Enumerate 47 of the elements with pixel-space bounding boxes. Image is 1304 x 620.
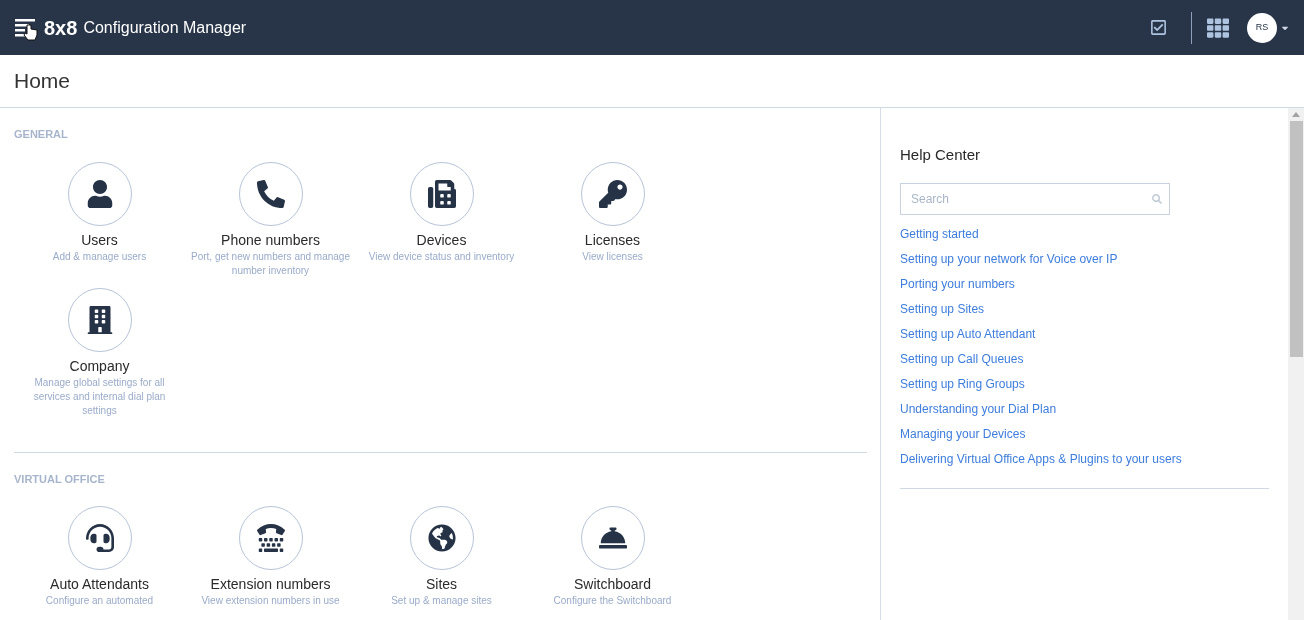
tile-title: Extension numbers <box>210 575 331 593</box>
help-link[interactable]: Setting up Sites <box>900 301 1269 327</box>
help-link[interactable]: Setting up Ring Groups <box>900 376 1269 402</box>
key-icon <box>598 179 627 208</box>
tile-description: View licenses <box>581 249 644 264</box>
help-link[interactable]: Understanding your Dial Plan <box>900 401 1269 427</box>
phone-icon <box>256 179 285 208</box>
tile-title: Users <box>81 230 118 249</box>
tile-description: View extension numbers in use <box>200 594 341 608</box>
section-heading: VIRTUAL OFFICE <box>14 471 106 487</box>
brand-logo: 8x8 <box>44 15 78 41</box>
tile-description: Port, get new numbers and manage number inventory <box>190 249 351 278</box>
help-link[interactable]: Porting your numbers <box>900 276 1269 302</box>
tile-title: Sites <box>425 575 458 593</box>
tile-title: Phone numbers <box>221 230 320 249</box>
help-center-title: Help Center <box>900 145 982 165</box>
section-heading: GENERAL <box>14 127 69 142</box>
user-icon <box>85 179 114 208</box>
tile-title: Auto Attendants <box>50 575 149 593</box>
tile-description: Manage global settings for all services and internal dial plan settings <box>32 375 167 418</box>
tile-description: Configure the Switchboard <box>552 594 673 608</box>
globe-icon <box>427 524 456 552</box>
help-link[interactable]: Setting up Auto Attendant <box>900 326 1269 352</box>
help-link[interactable]: Delivering Virtual Office Apps & Plugins to your users <box>900 451 1269 477</box>
help-link[interactable]: Setting up your network for Voice over IP <box>900 251 1269 277</box>
headset-icon <box>85 524 114 552</box>
building-icon <box>85 305 114 334</box>
tile-description: View device status and inventory <box>367 249 516 264</box>
tile-title: Licenses <box>584 230 641 249</box>
tile-description: Set up & manage sites <box>390 594 493 608</box>
tile-description: Add & manage users <box>51 249 148 264</box>
telephone-icon <box>256 524 285 552</box>
help-link[interactable]: Getting started <box>900 226 1269 252</box>
tasks-button[interactable] <box>1150 19 1167 36</box>
help-link[interactable]: Setting up Call Queues <box>900 351 1269 377</box>
tile-title: Switchboard <box>573 575 651 593</box>
tile-title: Company <box>69 356 130 375</box>
scrollbar[interactable] <box>1288 108 1304 620</box>
page-title: Home <box>14 68 71 95</box>
app-title: Configuration Manager <box>83 17 247 38</box>
tile-description: Configure an automated <box>44 594 155 608</box>
tile-title: Devices <box>416 230 467 249</box>
search-icon <box>1152 193 1162 204</box>
app-grid-button[interactable] <box>1207 16 1229 39</box>
search-field[interactable]: Search <box>900 182 1170 215</box>
desk-phone-icon <box>427 179 456 208</box>
help-link[interactable]: Managing your Devices <box>900 426 1269 452</box>
